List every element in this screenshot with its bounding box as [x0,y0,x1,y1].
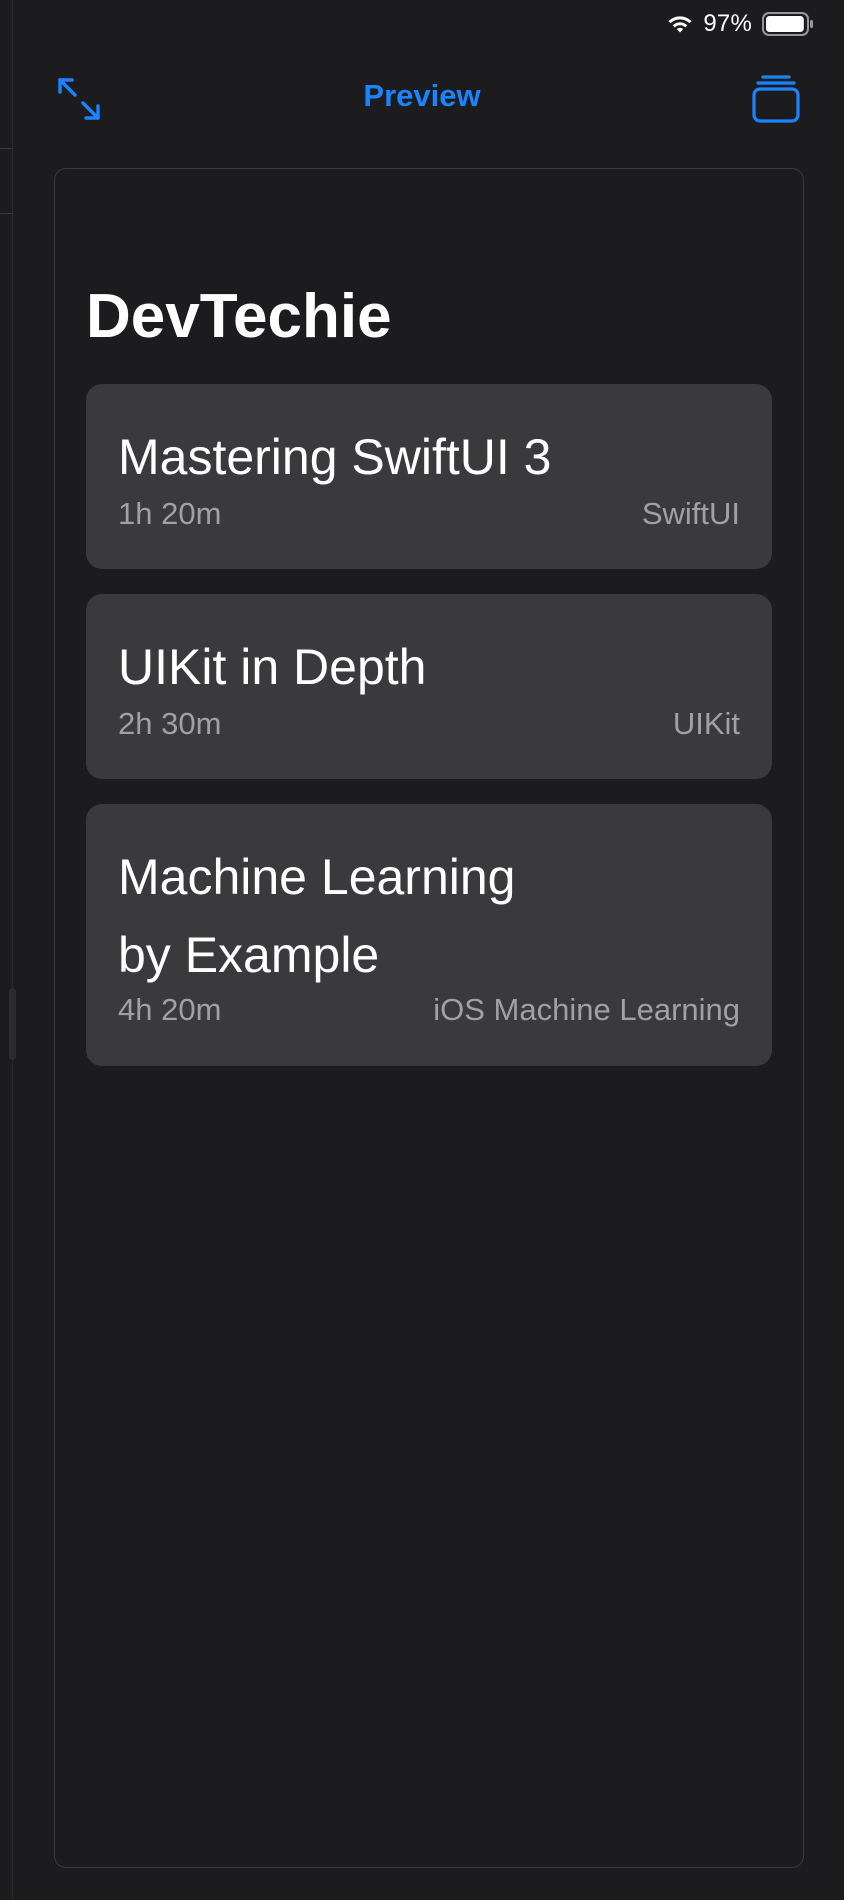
wifi-icon [668,16,692,33]
battery-percentage: 97% [703,10,752,37]
sidebar-divider [0,213,13,214]
split-view-handle[interactable] [9,988,16,1060]
course-card[interactable]: UIKit in Depth 2h 30m UIKit [86,594,772,779]
preview-title-button[interactable]: Preview [363,78,480,113]
course-title: Mastering SwiftUI 3 [118,429,552,485]
page-title: DevTechie [86,282,392,351]
sidebar-divider [0,148,13,149]
course-card[interactable]: Mastering SwiftUI 3 1h 20m SwiftUI [86,384,772,569]
course-category: UIKit [672,706,740,741]
stack-windows-icon[interactable] [751,74,801,124]
course-title: UIKit in Depth [118,639,427,695]
course-duration: 2h 30m [118,706,222,741]
course-duration: 4h 20m [118,992,222,1027]
course-duration: 1h 20m [118,496,222,531]
course-category: iOS Machine Learning [433,992,740,1027]
nav-bar: Preview [0,78,844,114]
course-title: Machine Learning by Example [118,849,516,983]
course-card[interactable]: Machine Learning by Example 4h 20m iOS M… [86,804,772,1066]
status-bar: 97% [667,10,814,38]
battery-icon [762,12,813,36]
sidebar-edge [0,0,13,1900]
course-category: SwiftUI [641,496,740,531]
